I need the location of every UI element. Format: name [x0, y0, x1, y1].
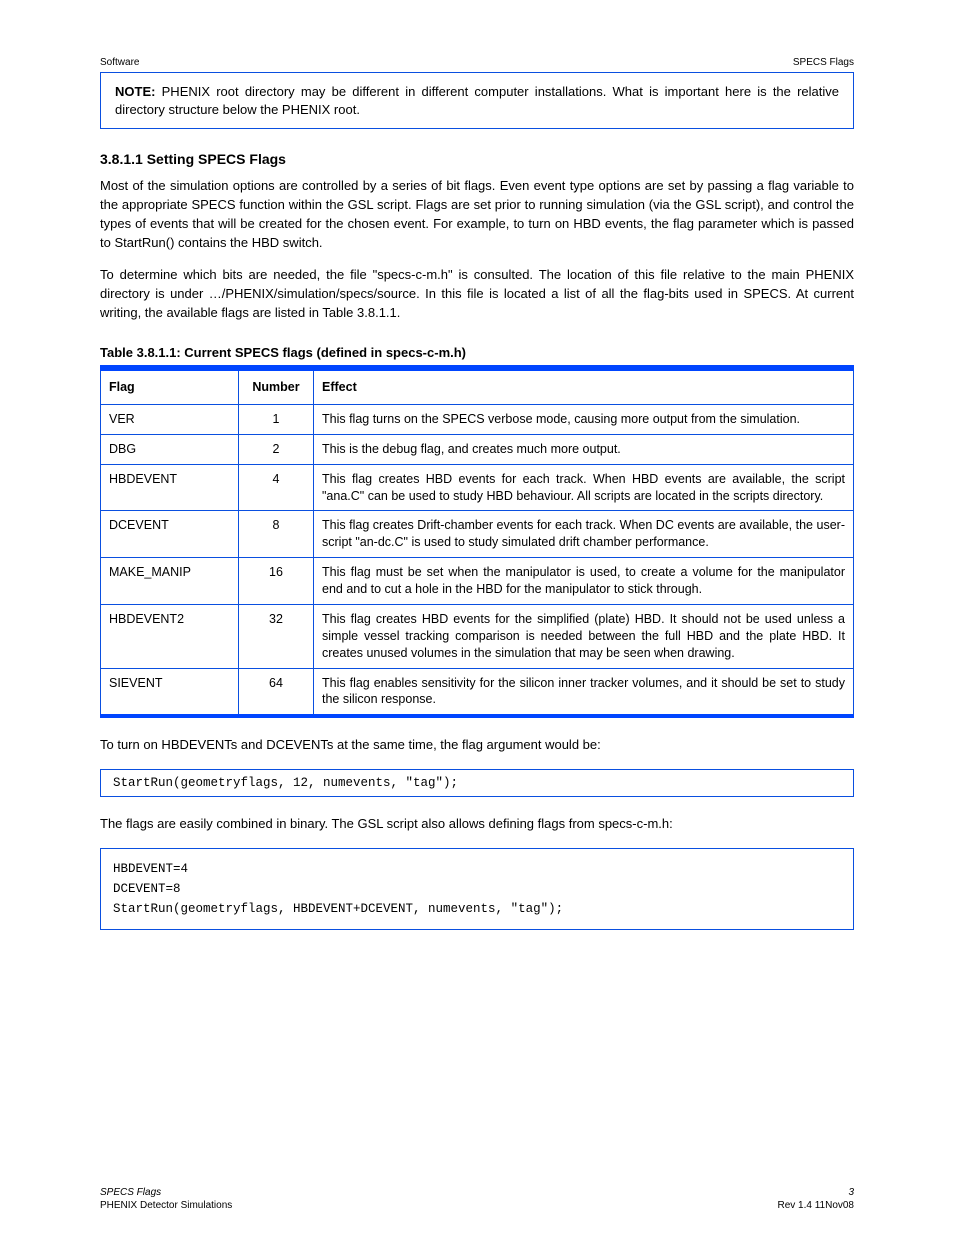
table-row: MAKE_MANIP 16 This flag must be set when… — [101, 558, 854, 605]
note-text: PHENIX root directory may be different i… — [115, 84, 839, 117]
cell-effect: This flag creates HBD events for each tr… — [314, 464, 854, 511]
table-header-number: Number — [239, 369, 314, 404]
footer-doc-title: PHENIX Detector Simulations — [100, 1200, 232, 1211]
cell-num: 1 — [239, 404, 314, 434]
cell-num: 64 — [239, 668, 314, 716]
code-line: DCEVENT=8 — [113, 879, 841, 899]
body-paragraph-2: To determine which bits are needed, the … — [100, 266, 854, 323]
cell-effect: This is the debug flag, and creates much… — [314, 434, 854, 464]
table-header-row: Flag Number Effect — [101, 369, 854, 404]
page-footer: SPECS Flags 3 PHENIX Detector Simulation… — [100, 1187, 854, 1211]
code-block-1: StartRun(geometryflags, 12, numevents, "… — [100, 769, 854, 797]
table-row: HBDEVENT2 32 This flag creates HBD event… — [101, 604, 854, 668]
page-header-right: SPECS Flags — [793, 57, 854, 68]
cell-num: 32 — [239, 604, 314, 668]
cell-flag: HBDEVENT — [101, 464, 239, 511]
table-row: VER 1 This flag turns on the SPECS verbo… — [101, 404, 854, 434]
cell-num: 4 — [239, 464, 314, 511]
cell-num: 2 — [239, 434, 314, 464]
note-box: NOTE: PHENIX root directory may be diffe… — [100, 72, 854, 129]
cell-effect: This flag creates HBD events for the sim… — [314, 604, 854, 668]
code-line: StartRun(geometryflags, HBDEVENT+DCEVENT… — [113, 899, 841, 919]
flags-table: Flag Number Effect VER 1 This flag turns… — [100, 367, 854, 718]
cell-flag: VER — [101, 404, 239, 434]
cell-effect: This flag must be set when the manipulat… — [314, 558, 854, 605]
page-header: Software SPECS Flags — [100, 57, 854, 68]
code-line: HBDEVENT=4 — [113, 859, 841, 879]
body-paragraph-3: To turn on HBDEVENTs and DCEVENTs at the… — [100, 736, 854, 755]
cell-flag: MAKE_MANIP — [101, 558, 239, 605]
table-row: HBDEVENT 4 This flag creates HBD events … — [101, 464, 854, 511]
cell-num: 8 — [239, 511, 314, 558]
body-paragraph-1: Most of the simulation options are contr… — [100, 177, 854, 252]
page-header-left: Software — [100, 57, 139, 68]
footer-page-number: 3 — [848, 1187, 854, 1198]
cell-effect: This flag turns on the SPECS verbose mod… — [314, 404, 854, 434]
table-header-flag: Flag — [101, 369, 239, 404]
table-title: Table 3.8.1.1: Current SPECS flags (defi… — [100, 345, 854, 367]
section-heading: 3.8.1.1 Setting SPECS Flags — [100, 151, 854, 167]
cell-num: 16 — [239, 558, 314, 605]
footer-revision: Rev 1.4 11Nov08 — [777, 1200, 854, 1211]
cell-flag: HBDEVENT2 — [101, 604, 239, 668]
cell-effect: This flag enables sensitivity for the si… — [314, 668, 854, 716]
cell-flag: SIEVENT — [101, 668, 239, 716]
code-block-2: HBDEVENT=4 DCEVENT=8 StartRun(geometryfl… — [100, 848, 854, 930]
table-row: SIEVENT 64 This flag enables sensitivity… — [101, 668, 854, 716]
footer-topic: SPECS Flags — [100, 1187, 161, 1198]
cell-flag: DCEVENT — [101, 511, 239, 558]
note-label: NOTE: — [115, 84, 162, 99]
table-header-effect: Effect — [314, 369, 854, 404]
cell-effect: This flag creates Drift-chamber events f… — [314, 511, 854, 558]
table-row: DCEVENT 8 This flag creates Drift-chambe… — [101, 511, 854, 558]
table-row: DBG 2 This is the debug flag, and create… — [101, 434, 854, 464]
body-paragraph-4: The flags are easily combined in binary.… — [100, 815, 854, 834]
cell-flag: DBG — [101, 434, 239, 464]
